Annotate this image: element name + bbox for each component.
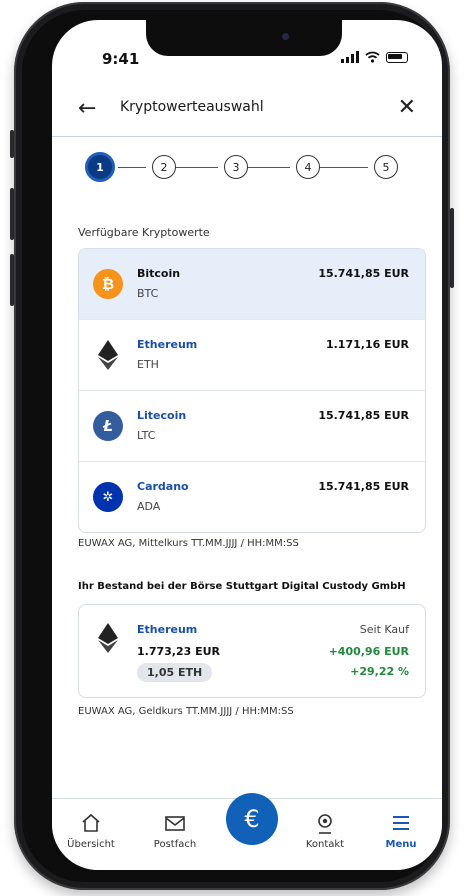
tab-contact[interactable]: Kontakt	[290, 813, 360, 850]
asset-symbol: BTC	[137, 287, 159, 300]
menu-icon	[366, 813, 436, 837]
euro-action-button[interactable]: €	[226, 793, 278, 845]
app-screen: 9:41 ← Kryptowerteauswahl ✕ 1 2 3 4 5 Ve…	[52, 20, 442, 870]
asset-row-bitcoin[interactable]: ₿ Bitcoin BTC 15.741,85 EUR	[79, 249, 425, 320]
asset-list: ₿ Bitcoin BTC 15.741,85 EUR Ethereum ETH…	[78, 248, 426, 533]
step-2: 2	[152, 155, 176, 179]
step-connector	[176, 167, 218, 168]
bitcoin-icon: ₿	[93, 269, 123, 299]
mail-icon	[140, 813, 210, 837]
asset-name: Ethereum	[137, 338, 198, 351]
asset-price: 1.171,16 EUR	[325, 338, 409, 351]
change-percent: +29,22 %	[350, 665, 409, 678]
home-icon	[56, 813, 126, 837]
tab-overview[interactable]: Übersicht	[56, 813, 126, 850]
volume-down-button	[10, 254, 14, 306]
bid-price-footnote: EUWAX AG, Geldkurs TT.MM.JJJJ / HH:MM:SS	[78, 706, 294, 717]
mid-price-footnote: EUWAX AG, Mittelkurs TT.MM.JJJJ / HH:MM:…	[78, 538, 299, 549]
asset-name: Cardano	[137, 480, 189, 493]
available-assets-label: Verfügbare Kryptowerte	[78, 226, 210, 239]
bottom-tab-bar: Übersicht Postfach € Kontakt Menu	[52, 793, 442, 870]
step-1: 1	[85, 152, 115, 182]
step-3: 3	[224, 155, 248, 179]
asset-symbol: LTC	[137, 429, 156, 442]
step-connector	[320, 167, 368, 168]
signal-icon	[341, 51, 359, 63]
asset-row-litecoin[interactable]: Ł Litecoin LTC 15.741,85 EUR	[79, 391, 425, 462]
wifi-icon	[365, 51, 380, 63]
holdings-title: Ihr Bestand bei der Börse Stuttgart Digi…	[78, 581, 406, 592]
since-purchase-label: Seit Kauf	[359, 623, 409, 636]
power-button	[450, 208, 454, 288]
back-arrow-icon[interactable]: ←	[78, 96, 96, 121]
tab-mailbox[interactable]: Postfach	[140, 813, 210, 850]
progress-stepper: 1 2 3 4 5	[82, 152, 422, 185]
asset-name: Bitcoin	[137, 267, 181, 280]
page-header: ← Kryptowerteauswahl ✕	[52, 84, 442, 137]
notch	[146, 20, 342, 56]
asset-name: Litecoin	[137, 409, 187, 422]
step-connector	[248, 167, 290, 168]
step-connector	[118, 167, 146, 168]
asset-price: 15.741,85 EUR	[318, 480, 409, 493]
tab-label: Kontakt	[305, 839, 345, 850]
asset-row-ethereum[interactable]: Ethereum ETH 1.171,16 EUR	[79, 320, 425, 391]
close-icon[interactable]: ✕	[398, 95, 416, 120]
tab-menu[interactable]: Menu	[366, 813, 436, 850]
cardano-icon: ✲	[93, 482, 123, 512]
status-time: 9:41	[102, 50, 140, 68]
contact-icon	[290, 813, 360, 837]
ethereum-icon	[93, 623, 123, 653]
tab-label: Menu	[385, 839, 417, 850]
status-icons	[341, 51, 408, 63]
tab-label: Übersicht	[67, 839, 115, 850]
step-5: 5	[374, 155, 398, 179]
holding-card[interactable]: Ethereum 1.773,23 EUR 1,05 ETH Seit Kauf…	[78, 604, 426, 698]
holding-amount-badge: 1,05 ETH	[137, 663, 213, 682]
asset-price: 15.741,85 EUR	[318, 267, 409, 280]
page-title: Kryptowerteauswahl	[120, 99, 264, 115]
mute-switch	[10, 130, 14, 158]
asset-symbol: ETH	[137, 358, 159, 371]
holding-value: 1.773,23 EUR	[137, 645, 221, 658]
asset-price: 15.741,85 EUR	[318, 409, 409, 422]
litecoin-icon: Ł	[93, 411, 123, 441]
asset-symbol: ADA	[137, 500, 161, 513]
camera-dot	[282, 33, 289, 40]
holding-name: Ethereum	[137, 623, 198, 636]
step-4: 4	[296, 155, 320, 179]
tab-label: Postfach	[153, 839, 197, 850]
asset-row-cardano[interactable]: ✲ Cardano ADA 15.741,85 EUR	[79, 462, 425, 532]
volume-up-button	[10, 188, 14, 240]
ethereum-icon	[93, 340, 123, 370]
change-absolute: +400,96 EUR	[328, 645, 409, 658]
battery-icon	[386, 51, 408, 63]
